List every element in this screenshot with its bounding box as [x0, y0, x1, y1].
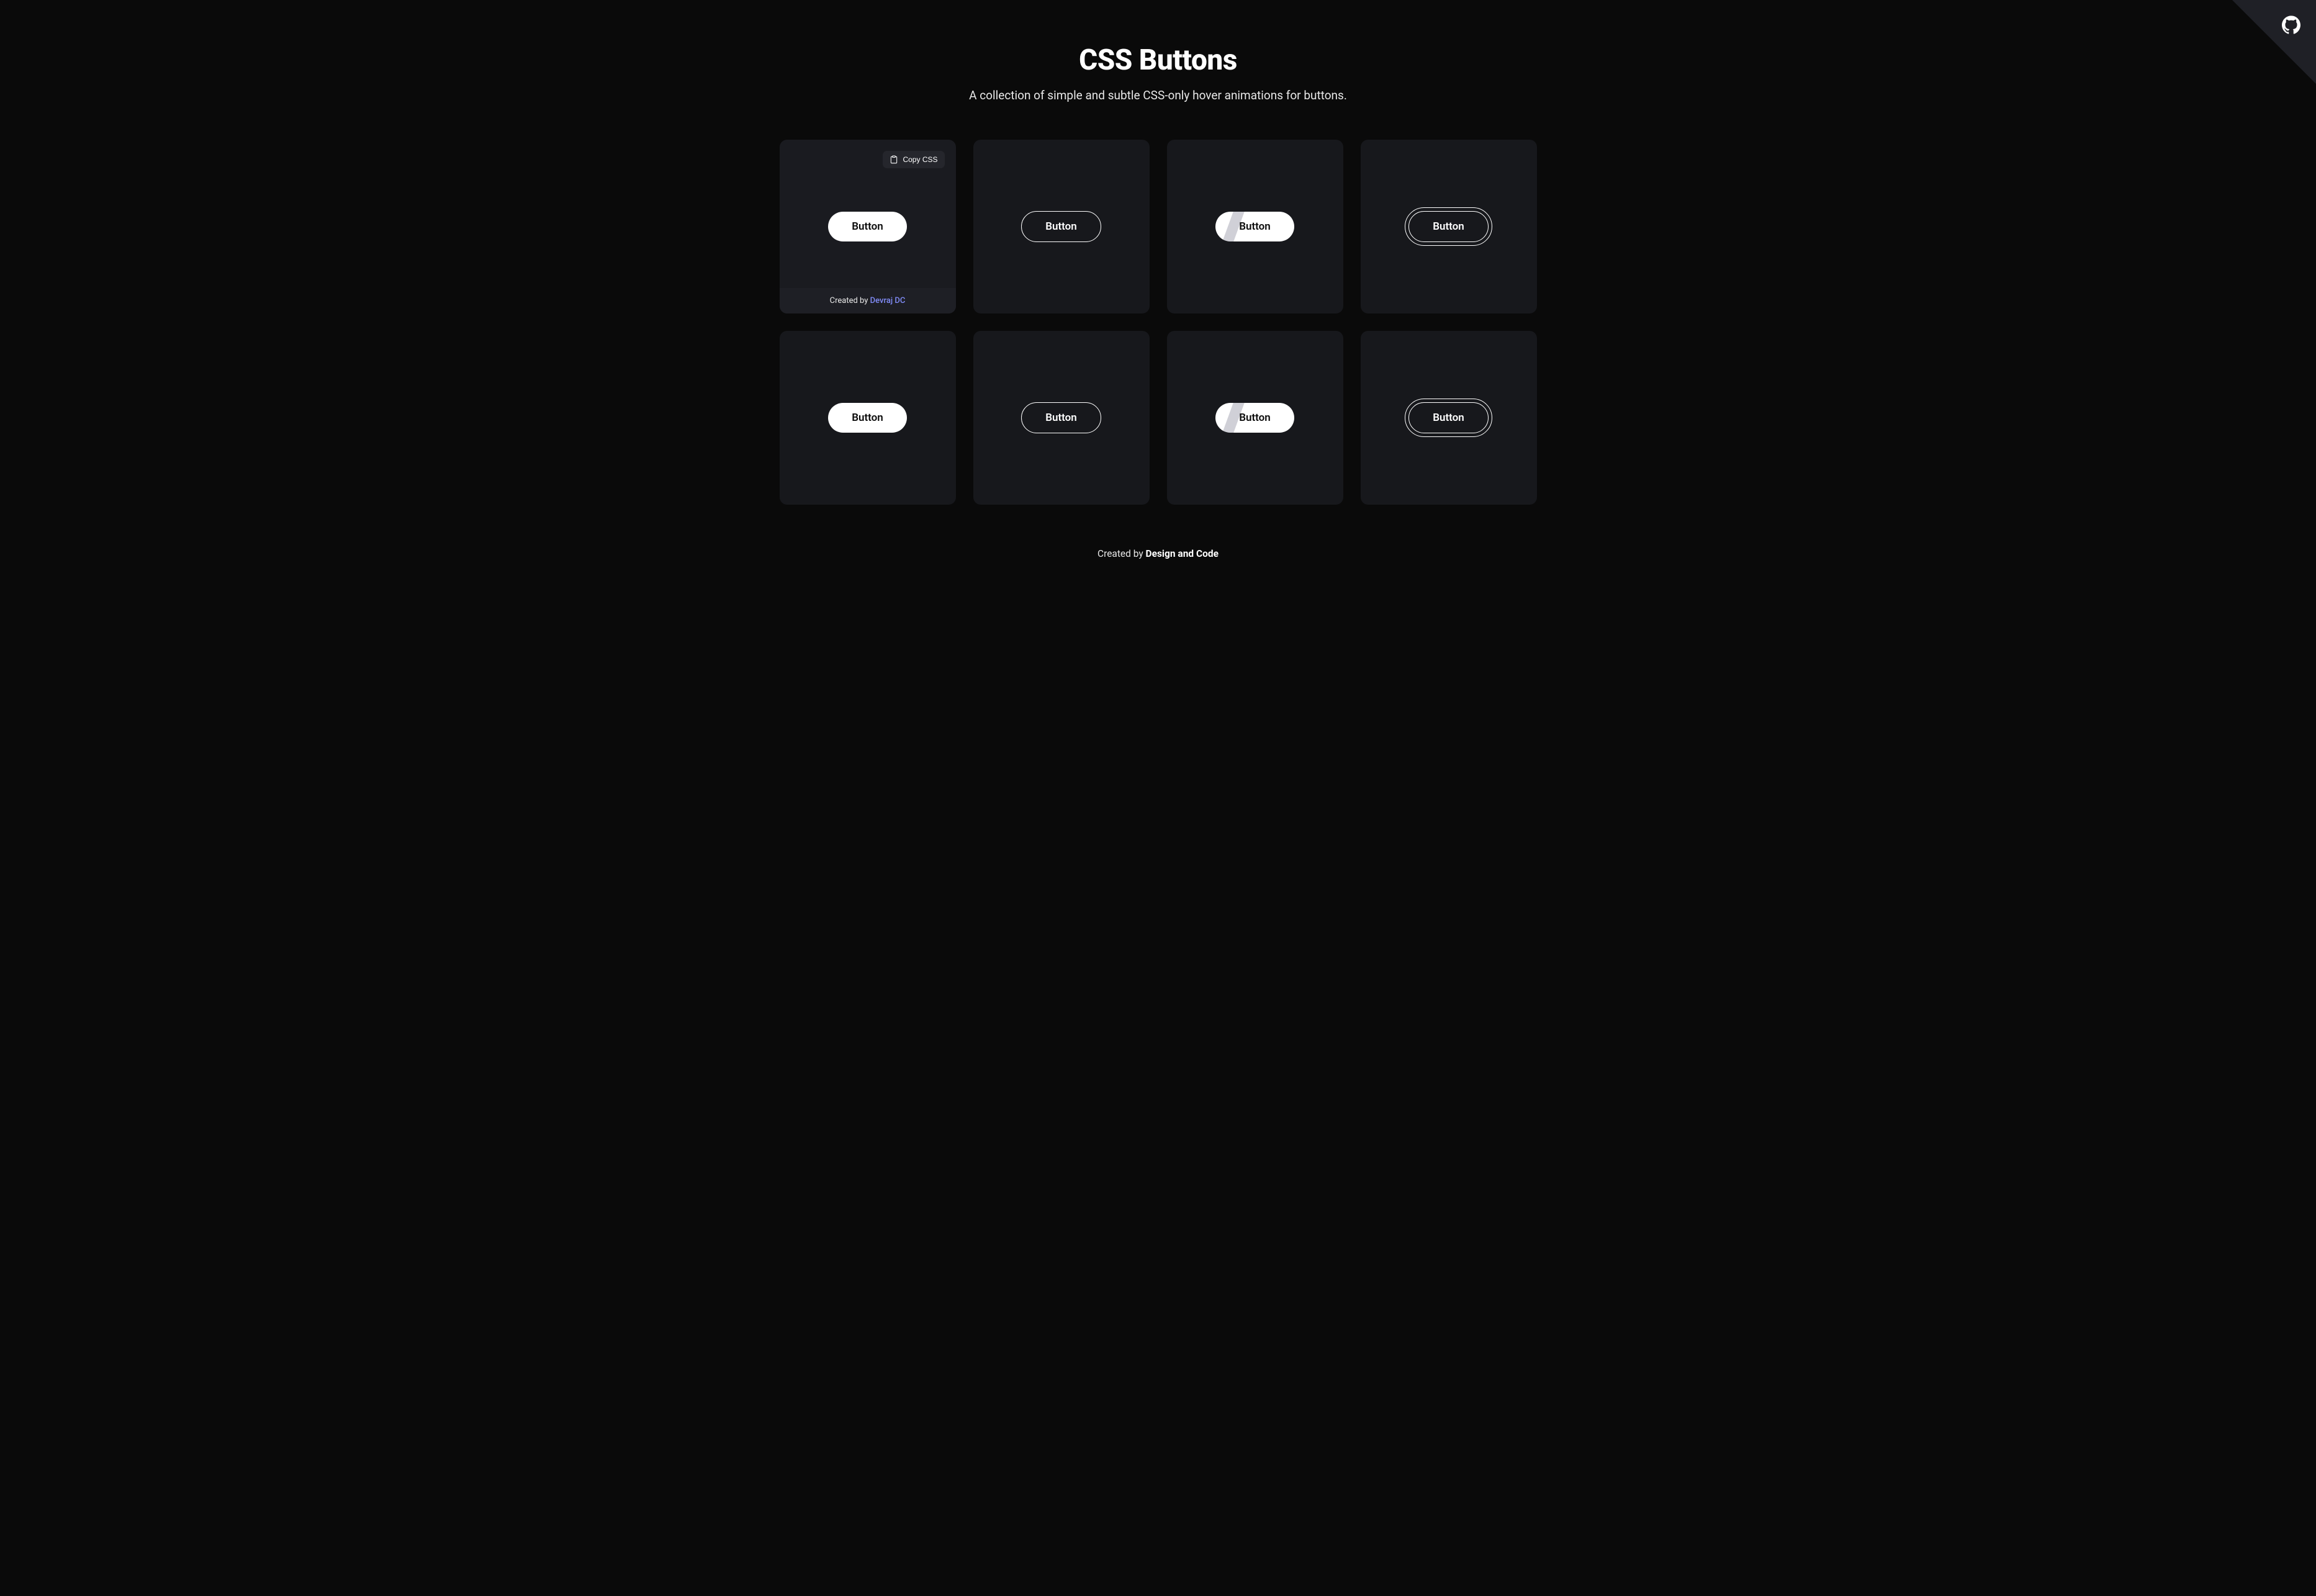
button-card: Button [1361, 140, 1537, 313]
github-icon [2282, 16, 2300, 34]
demo-button-label: Button [1239, 220, 1271, 233]
copy-css-label: Copy CSS [903, 155, 937, 164]
button-card: Button [1167, 140, 1343, 313]
button-card: Button [973, 140, 1150, 313]
demo-button-outline[interactable]: Button [1021, 211, 1101, 242]
button-card: Button [1361, 331, 1537, 505]
demo-button-outline[interactable]: Button [1021, 402, 1101, 433]
footer-prefix: Created by [1097, 548, 1146, 559]
github-link[interactable] [2282, 16, 2300, 34]
button-card: Copy CSS Button Created by Devraj DC [780, 140, 956, 313]
demo-button-stripe[interactable]: Button [1215, 212, 1294, 241]
page-title: CSS Buttons [0, 43, 2316, 77]
page-footer: Created by Design and Code [0, 530, 2316, 590]
github-corner[interactable] [2232, 0, 2316, 84]
created-by-prefix: Created by [830, 296, 870, 305]
demo-button-double-outline[interactable]: Button [1408, 402, 1489, 433]
demo-button-filled[interactable]: Button [828, 403, 907, 433]
card-footer: Created by Devraj DC [780, 288, 956, 313]
page-subtitle: A collection of simple and subtle CSS-on… [0, 88, 2316, 102]
button-card: Button [1167, 331, 1343, 505]
button-grid: Copy CSS Button Created by Devraj DC But… [742, 127, 1574, 530]
demo-button-stripe[interactable]: Button [1215, 403, 1294, 433]
page-header: CSS Buttons A collection of simple and s… [0, 0, 2316, 127]
demo-button-double-outline[interactable]: Button [1408, 211, 1489, 242]
author-link[interactable]: Devraj DC [870, 296, 906, 305]
copy-css-button[interactable]: Copy CSS [883, 151, 944, 168]
button-card: Button [780, 331, 956, 505]
demo-button-filled[interactable]: Button [828, 212, 907, 241]
demo-button-label: Button [1239, 412, 1271, 424]
button-card: Button [973, 331, 1150, 505]
footer-author: Design and Code [1146, 548, 1219, 559]
clipboard-icon [890, 155, 898, 164]
double-outline-wrap: Button [1408, 402, 1489, 433]
double-outline-wrap: Button [1408, 211, 1489, 242]
